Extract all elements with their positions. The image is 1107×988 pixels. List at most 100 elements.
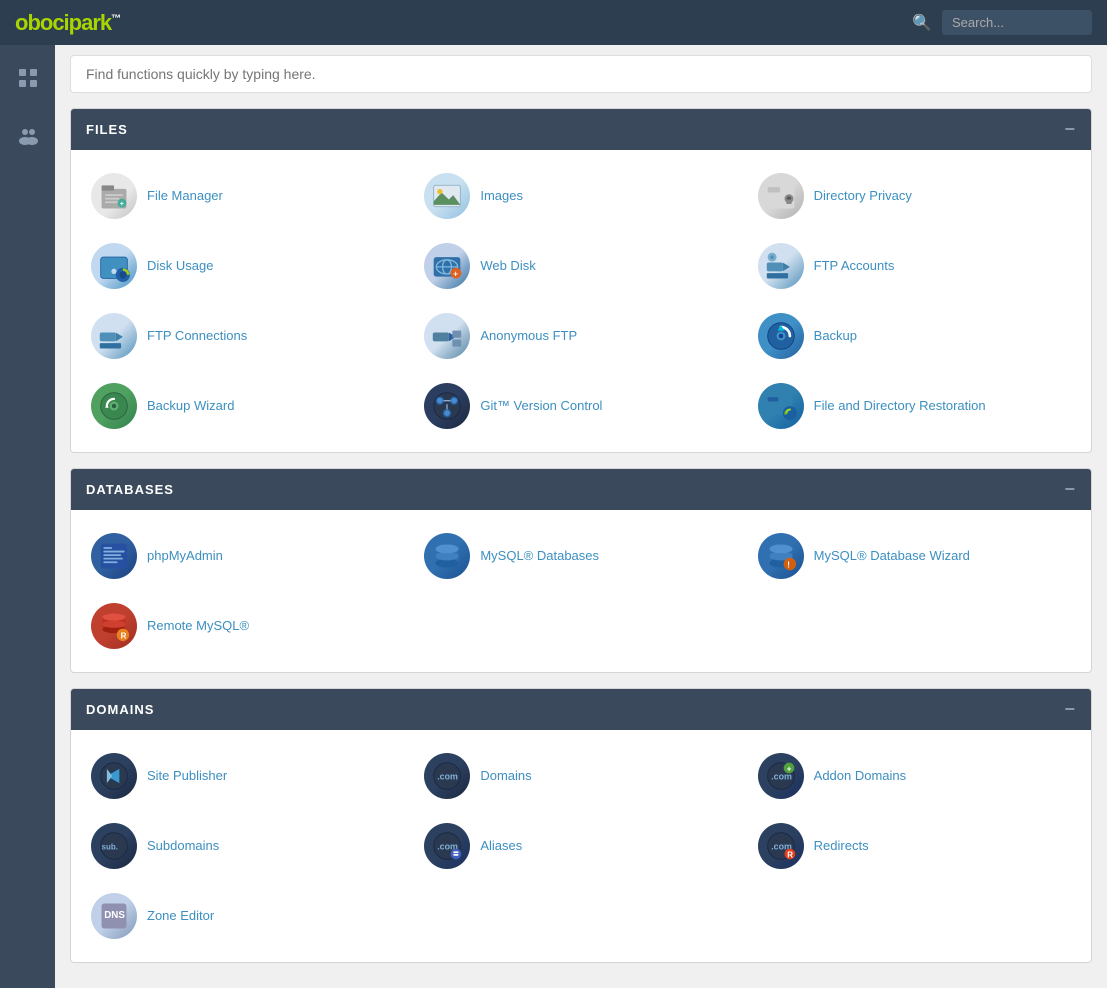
disk-usage-icon [91,243,137,289]
disk-usage-label: Disk Usage [147,258,213,275]
file-manager-icon: + [91,173,137,219]
ftp-connections-icon [91,313,137,359]
svg-text:R: R [121,631,127,640]
remote-mysql-icon: R [91,603,137,649]
menu-item-git-version-control[interactable]: Git™ Version Control [419,375,742,437]
web-disk-label: Web Disk [480,258,535,275]
images-label: Images [480,188,523,205]
directory-privacy-label: Directory Privacy [814,188,912,205]
menu-item-web-disk[interactable]: + Web Disk [419,235,742,297]
menu-item-anonymous-ftp[interactable]: Anonymous FTP [419,305,742,367]
mysql-databases-label: MySQL® Databases [480,548,599,565]
top-nav-right: 🔍 [912,10,1092,35]
sidebar [0,45,55,988]
menu-item-disk-usage[interactable]: Disk Usage [86,235,409,297]
subdomains-icon: sub. [91,823,137,869]
domains-icon: .com [424,753,470,799]
aliases-label: Aliases [480,838,522,855]
addon-domains-icon: .com+ [758,753,804,799]
backup-label: Backup [814,328,857,345]
phpmyadmin-label: phpMyAdmin [147,548,223,565]
svg-text:.com: .com [438,772,459,782]
search-icon[interactable]: 🔍 [912,13,932,33]
menu-item-file-manager[interactable]: + File Manager [86,165,409,227]
anonymous-ftp-label: Anonymous FTP [480,328,577,345]
directory-privacy-icon [758,173,804,219]
file-directory-restoration-icon [758,383,804,429]
svg-text:+: + [454,270,459,279]
collapse-icon-files[interactable]: − [1064,119,1076,140]
menu-item-aliases[interactable]: .com Aliases [419,815,742,877]
menu-item-remote-mysql[interactable]: RRemote MySQL® [86,595,409,657]
phpmyadmin-icon [91,533,137,579]
subdomains-label: Subdomains [147,838,219,855]
backup-wizard-icon [91,383,137,429]
section-header-files[interactable]: FILES − [71,109,1091,150]
collapse-icon-domains[interactable]: − [1064,699,1076,720]
logo: obocipark™ [15,10,120,36]
aliases-icon: .com [424,823,470,869]
svg-text:!: ! [787,561,790,570]
svg-text:DNS: DNS [104,910,125,921]
git-version-control-label: Git™ Version Control [480,398,602,415]
section-databases: DATABASES − phpMyAdmin MySQL® Databases !MyS… [70,468,1092,673]
section-files: FILES − + File Manager Images Directory Priva… [70,108,1092,453]
redirects-icon: .comR [758,823,804,869]
sections-container: FILES − + File Manager Images Directory Priva… [70,108,1092,963]
menu-item-redirects[interactable]: .comR Redirects [753,815,1076,877]
ftp-connections-label: FTP Connections [147,328,247,345]
main-content: FILES − + File Manager Images Directory Priva… [55,45,1107,988]
domains-label: Domains [480,768,531,785]
menu-item-directory-privacy[interactable]: Directory Privacy [753,165,1076,227]
section-body-files: + File Manager Images Directory Privacy Disk… [71,150,1091,452]
menu-item-backup-wizard[interactable]: Backup Wizard [86,375,409,437]
menu-item-ftp-accounts[interactable]: FTP Accounts [753,235,1076,297]
site-publisher-label: Site Publisher [147,768,227,785]
menu-item-site-publisher[interactable]: Site Publisher [86,745,409,807]
menu-item-domains[interactable]: .com Domains [419,745,742,807]
svg-text:+: + [120,200,124,208]
backup-icon [758,313,804,359]
menu-item-addon-domains[interactable]: .com+ Addon Domains [753,745,1076,807]
collapse-icon-databases[interactable]: − [1064,479,1076,500]
svg-text:R: R [787,851,793,860]
file-manager-label: File Manager [147,188,223,205]
menu-item-zone-editor[interactable]: DNS Zone Editor [86,885,409,947]
redirects-label: Redirects [814,838,869,855]
top-navigation: obocipark™ 🔍 [0,0,1107,45]
section-label-files: FILES [86,122,128,137]
zone-editor-icon: DNS [91,893,137,939]
top-search-input[interactable] [942,10,1092,35]
git-version-control-icon [424,383,470,429]
menu-item-file-directory-restoration[interactable]: File and Directory Restoration [753,375,1076,437]
menu-item-backup[interactable]: Backup [753,305,1076,367]
images-icon [424,173,470,219]
menu-item-mysql-database-wizard[interactable]: !MySQL® Database Wizard [753,525,1076,587]
zone-editor-label: Zone Editor [147,908,214,925]
sidebar-grid-icon[interactable] [10,60,46,102]
section-label-databases: DATABASES [86,482,174,497]
site-publisher-icon [91,753,137,799]
section-header-databases[interactable]: DATABASES − [71,469,1091,510]
anonymous-ftp-icon [424,313,470,359]
menu-item-images[interactable]: Images [419,165,742,227]
section-body-databases: phpMyAdmin MySQL® Databases !MySQL® Databa… [71,510,1091,672]
sidebar-users-icon[interactable] [9,117,47,161]
main-search-input[interactable] [70,55,1092,93]
ftp-accounts-label: FTP Accounts [814,258,895,275]
section-domains: DOMAINS − Site Publisher .com Domains .com+ Ad… [70,688,1092,963]
web-disk-icon: + [424,243,470,289]
mysql-databases-icon [424,533,470,579]
svg-text:sub.: sub. [102,843,118,852]
mysql-database-wizard-icon: ! [758,533,804,579]
menu-item-subdomains[interactable]: sub. Subdomains [86,815,409,877]
section-header-domains[interactable]: DOMAINS − [71,689,1091,730]
ftp-accounts-icon [758,243,804,289]
section-label-domains: DOMAINS [86,702,154,717]
menu-item-phpmyadmin[interactable]: phpMyAdmin [86,525,409,587]
section-body-domains: Site Publisher .com Domains .com+ Addon Doma… [71,730,1091,962]
addon-domains-label: Addon Domains [814,768,907,785]
menu-item-mysql-databases[interactable]: MySQL® Databases [419,525,742,587]
main-layout: FILES − + File Manager Images Directory Priva… [0,45,1107,988]
menu-item-ftp-connections[interactable]: FTP Connections [86,305,409,367]
